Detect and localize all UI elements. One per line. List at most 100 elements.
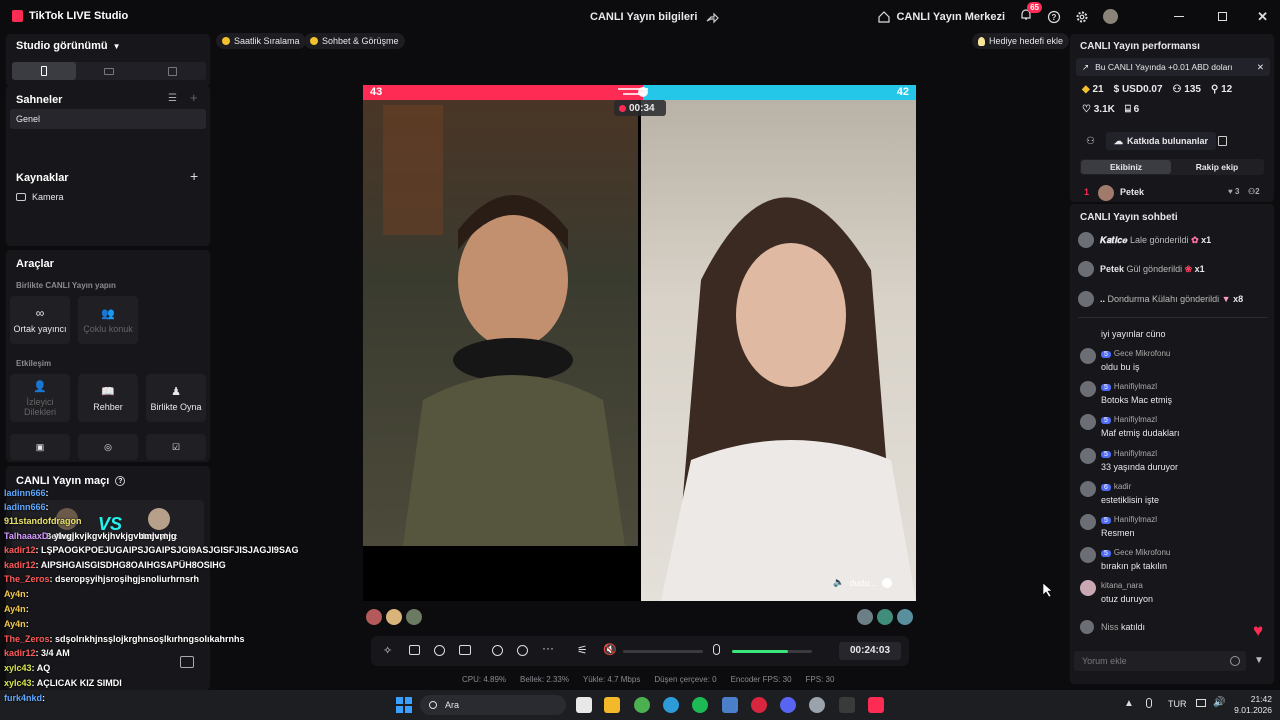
add-source-icon[interactable]: + [190, 168, 198, 184]
tray-clock[interactable]: 21:42 9.01.2026 [1232, 694, 1272, 716]
windows-start-icon[interactable] [396, 697, 412, 713]
file-explorer-icon[interactable] [604, 697, 620, 713]
banner-close-icon[interactable]: ✕ [1257, 62, 1264, 73]
chat-message: 5 Hanifiylmazl Resmen [1080, 514, 1270, 542]
more-icon[interactable]: ··· [542, 641, 554, 655]
chat-avatar [1080, 414, 1096, 430]
share-icon[interactable] [705, 10, 720, 24]
chat-avatar [1080, 514, 1096, 530]
layout-portrait-button[interactable] [12, 62, 76, 80]
hourly-rank-pill[interactable]: Saatlik Sıralama [216, 33, 306, 49]
gift-goal-pill[interactable]: Hediye hedefi ekle [972, 33, 1070, 49]
app-icon[interactable] [722, 697, 738, 713]
record-icon[interactable] [492, 645, 503, 656]
tab-rival-team[interactable]: Rakip ekip [1172, 160, 1262, 174]
maximize-icon[interactable] [1218, 12, 1228, 21]
chrome-icon[interactable] [634, 697, 650, 713]
exit-icon[interactable] [180, 656, 194, 668]
terminal-icon[interactable] [839, 697, 855, 713]
mic-volume-slider[interactable] [732, 650, 812, 653]
tab-your-team[interactable]: Ekibiniz [1081, 160, 1171, 174]
source-item-camera[interactable]: Kamera [16, 192, 64, 202]
refresh-icon: ◎ [104, 441, 112, 452]
supporter-avatar[interactable] [877, 609, 893, 625]
comment-input[interactable]: Yorum ekle [1074, 651, 1246, 671]
tool-more-3[interactable]: ☑ [146, 434, 206, 460]
viewer-wishes-tool-button[interactable]: 👤 İzleyici Dilekleri [10, 374, 70, 422]
sources-title: Kaynaklar [16, 172, 69, 184]
settings-gear-icon[interactable] [1075, 10, 1089, 24]
network-icon[interactable] [1196, 699, 1206, 707]
live-info-title[interactable]: CANLI Yayın bilgileri [590, 11, 697, 23]
info-icon[interactable]: ? [115, 476, 126, 486]
emoji-icon[interactable] [1230, 656, 1240, 666]
microphone-icon[interactable] [713, 644, 720, 655]
user-settings-icon[interactable]: ⚇ [1086, 136, 1095, 147]
chat-meet-pill[interactable]: Sohbet & Görüşme [304, 33, 405, 49]
camera-switch-icon[interactable] [517, 645, 528, 656]
taskbar-search[interactable]: Ara [420, 695, 566, 715]
rank-number: 1 [1084, 187, 1090, 197]
viewer-wishes-label: İzleyici Dilekleri [23, 396, 56, 417]
chat-message: 5 Gece Mikrofonu oldu bu iş [1080, 348, 1270, 376]
tool-more-1[interactable]: ▣ [10, 434, 70, 460]
overlay-chat-row: The_Zeros: sdşolrıkhjnsşlojkrghnsoşlkırh… [4, 634, 245, 644]
edge-icon[interactable] [663, 697, 679, 713]
close-icon[interactable]: ✕ [1257, 9, 1268, 25]
tray-mic-icon[interactable] [1146, 698, 1152, 708]
supporter-avatar[interactable] [366, 609, 382, 625]
scene-item-general[interactable]: Genel [10, 109, 206, 129]
mute-speaker-icon[interactable]: 🔇 [603, 643, 617, 656]
tool-more-2[interactable]: ◎ [78, 434, 138, 460]
steam-icon[interactable] [809, 697, 825, 713]
opera-icon[interactable] [751, 697, 767, 713]
chat-avatar [1080, 381, 1096, 397]
live-info-header[interactable]: CANLI Yayın bilgileri [590, 10, 720, 24]
spotify-icon[interactable] [692, 697, 708, 713]
landscape-layout-icon[interactable] [104, 68, 114, 75]
chevron-down-icon: ▼ [112, 41, 121, 51]
tiktok-studio-taskbar-icon[interactable] [868, 697, 884, 713]
play-together-tool-button[interactable]: ♟ Birlikte Oyna [146, 374, 206, 422]
tray-chevron-icon[interactable]: ▲ [1124, 698, 1134, 709]
supporter-avatar[interactable] [857, 609, 873, 625]
discord-icon[interactable] [780, 697, 796, 713]
sliders-icon[interactable]: ⚟ [577, 643, 588, 657]
add-scene-icon[interactable]: + [190, 90, 198, 105]
layout-icon[interactable] [409, 645, 420, 655]
cohost-tool-button[interactable]: ∞ Ortak yayıncı [10, 296, 70, 344]
profile-avatar[interactable] [1103, 9, 1119, 24]
supporter-avatar[interactable] [406, 609, 422, 625]
supporter-avatar[interactable] [897, 609, 913, 625]
stacked-layout-icon[interactable] [168, 67, 177, 76]
minimize-icon[interactable] [1174, 16, 1185, 17]
magic-wand-icon[interactable]: ✧ [383, 644, 392, 657]
effects-icon[interactable] [434, 645, 445, 656]
tray-language[interactable]: TUR [1168, 699, 1187, 709]
person-icon: 👤 [33, 380, 47, 393]
title-bar: TikTok LIVE Studio CANLI Yayın bilgileri… [0, 0, 1280, 34]
guide-tool-button[interactable]: 📖 Rehber [78, 374, 138, 422]
contributors-button[interactable]: ☁ Katkıda bulunanlar [1106, 132, 1217, 150]
filter-icon[interactable]: ▼ [1254, 655, 1264, 666]
live-center-button[interactable]: CANLI Yayın Merkezi [877, 10, 1005, 24]
opponent-name-tag[interactable]: 🔈 dudu... [833, 577, 892, 588]
overlay-chat-row: TalhaaaxD: ylvgjkvjkgvkjhvkjgvbmjvrnjg [4, 531, 177, 541]
list-doc-icon[interactable] [1218, 136, 1227, 146]
screen-icon[interactable] [459, 645, 471, 655]
speaker-volume-slider[interactable] [623, 650, 703, 653]
battle-timer: 00:34 [614, 100, 666, 116]
supporter-avatar[interactable] [386, 609, 402, 625]
help-icon[interactable]: ? [1047, 10, 1061, 24]
contributor-row[interactable]: 1 Petek ♥ 3 ⚇2 [1084, 185, 1264, 201]
multiguest-tool-button[interactable]: 👥 Çoklu konuk [78, 296, 138, 344]
studio-view-dropdown[interactable]: Studio görünümü ▼ [16, 40, 121, 52]
task-view-icon[interactable] [576, 697, 592, 713]
list-icon[interactable]: ☰ [168, 93, 177, 104]
heart-like-icon[interactable]: ♥ [1253, 621, 1263, 641]
tiktok-logo-icon [12, 10, 23, 22]
notifications-button[interactable]: 65 [1019, 2, 1042, 25]
volume-icon[interactable]: 🔊 [1213, 697, 1225, 708]
ice-cream-gift-icon: ▼ [1221, 294, 1231, 304]
tulip-gift-icon: ✿ [1191, 235, 1199, 245]
